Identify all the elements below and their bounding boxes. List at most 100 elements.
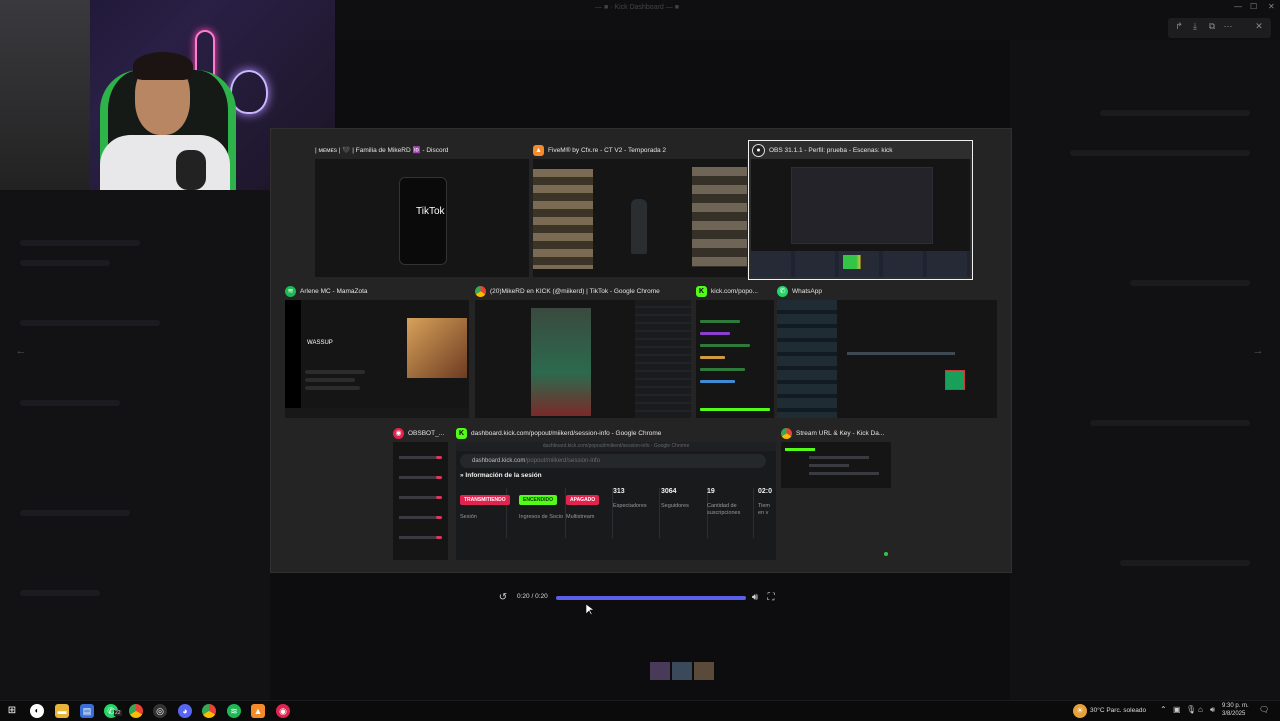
volume-tray-icon[interactable]: 🔊︎ <box>1210 705 1215 715</box>
clock-date[interactable]: 3/8/2025 <box>1222 711 1245 717</box>
seek-bar[interactable] <box>556 596 746 600</box>
share-icon[interactable]: ↱ <box>1172 21 1186 32</box>
url-path: /popout/miikerd/session-info <box>525 458 601 464</box>
weather-icon[interactable]: ☀ <box>1073 704 1087 718</box>
stat-label: Cantidad de suscripciones <box>707 503 741 516</box>
stat-value: 19 <box>707 488 715 495</box>
fivem-taskbar-icon[interactable]: ▲ <box>251 704 265 718</box>
whatsapp-badge: 22 <box>114 710 122 716</box>
switcher-window-whatsapp[interactable]: ✆ WhatsApp <box>777 282 997 418</box>
switcher-window-stream-key[interactable]: Stream URL & Key - Kick Da... <box>781 424 891 560</box>
spotify-taskbar-icon[interactable]: ≋ <box>227 704 241 718</box>
chevron-up-icon[interactable]: ⌃ <box>1160 705 1167 714</box>
ghost-line <box>20 400 120 406</box>
ghost-line <box>1090 420 1250 426</box>
chrome-taskbar-icon[interactable] <box>129 704 143 718</box>
switcher-window-spotify[interactable]: ≋ Arlene MC - MamaZota WASSUP <box>285 282 469 418</box>
tray-icon[interactable]: ▣ <box>1173 705 1181 714</box>
notifications-icon[interactable]: 🗨︎ <box>1259 705 1269 714</box>
window-header: K kick.com/popo... <box>696 282 774 300</box>
task-view-icon[interactable]: ◐ <box>30 704 44 718</box>
stat-label: Multistream <box>566 514 595 520</box>
fullscreen-icon[interactable]: ⛶ <box>765 592 777 604</box>
window-thumbnail <box>781 442 891 488</box>
window-title: OBSBOT_... <box>408 429 445 437</box>
stat-value: 02:0 <box>758 488 773 495</box>
download-icon[interactable]: ⤓ <box>1188 21 1202 32</box>
network-icon[interactable]: ⌂ <box>1198 705 1203 714</box>
file-explorer-icon[interactable]: ▬ <box>55 704 69 718</box>
switcher-window-obsbot[interactable]: ◉ OBSBOT_... <box>393 424 448 560</box>
minimize-icon[interactable]: — <box>1234 2 1242 11</box>
stat-multistream: APAGADO Multistream <box>566 488 613 538</box>
window-thumbnail <box>533 159 747 277</box>
switcher-window-fivem[interactable]: ▲ FiveM® by Cfx.re - CT V2 - Temporada 2 <box>533 141 747 277</box>
status-badge: TRANSMITIENDO <box>460 495 510 505</box>
background-window-titlebar: — ■ · Kick Dashboard — ■ <box>335 0 1280 40</box>
stat-label: Tiem en v <box>758 503 771 516</box>
steam-icon[interactable]: ◎ <box>153 704 167 718</box>
document-icon[interactable]: ▤ <box>80 704 94 718</box>
open-external-icon[interactable]: ⧉ <box>1205 21 1219 32</box>
previous-arrow-icon[interactable]: ← <box>12 342 30 360</box>
close-viewer-icon[interactable]: ✕ <box>1252 21 1266 32</box>
playback-time: 0:20 / 0:20 <box>517 593 548 600</box>
clock-time[interactable]: 9:30 p. m. <box>1222 703 1249 709</box>
sticker-image <box>945 370 965 390</box>
volume-icon[interactable]: 🔊︎ <box>749 592 761 604</box>
film-frame[interactable] <box>672 662 692 680</box>
chrome-taskbar-icon-2[interactable] <box>202 704 216 718</box>
obsbot-taskbar-icon[interactable]: ◉ <box>276 704 290 718</box>
stat-viewers: 313 Espectadores <box>613 488 660 538</box>
switcher-window-obs[interactable]: ● OBS 31.1.1 - Perfil: prueba - Escenas:… <box>748 140 975 280</box>
chat-line <box>700 356 725 359</box>
more-icon[interactable]: ⋯ <box>1221 21 1235 32</box>
setting-row <box>399 456 439 459</box>
game-character <box>631 199 647 254</box>
window-header: ● OBS 31.1.1 - Perfil: prueba - Escenas:… <box>752 141 975 159</box>
address-bar: dashboard.kick.com/popout/miikerd/sessio… <box>460 454 766 468</box>
chat-panel <box>635 300 691 418</box>
text-line <box>809 464 849 467</box>
kick-icon: K <box>696 285 707 297</box>
background-shelf <box>0 0 90 190</box>
ghost-line <box>1100 110 1250 116</box>
window-header: | ᴍᴇᴍᴇs | 🖤 | Familia de MikeRD 🆔 - Disc… <box>315 141 529 159</box>
chrome-icon <box>781 427 792 439</box>
next-arrow-icon[interactable]: → <box>1249 342 1267 360</box>
album-art <box>407 318 467 378</box>
switcher-window-kick-dashboard[interactable]: K dashboard.kick.com/popout/miikerd/sess… <box>456 424 776 560</box>
window-header: ▲ FiveM® by Cfx.re - CT V2 - Temporada 2 <box>533 141 747 159</box>
weather-text[interactable]: 30°C Parc. soleado <box>1090 707 1146 714</box>
ghost-line <box>20 590 100 596</box>
window-title: | ᴍᴇᴍᴇs | 🖤 | Familia de MikeRD 🆔 - Disc… <box>315 147 449 154</box>
window-title: Arlene MC - MamaZota <box>300 287 368 295</box>
status-dot <box>884 552 888 556</box>
film-frame[interactable] <box>650 662 670 680</box>
film-frame[interactable] <box>694 662 714 680</box>
window-thumbnail <box>751 159 970 277</box>
switcher-window-kick-chrome[interactable]: (20)MikeRD en KICK (@miikerd) | TikTok -… <box>475 282 691 418</box>
window-header: ≋ Arlene MC - MamaZota <box>285 282 469 300</box>
stat-value: 3064 <box>661 488 677 495</box>
close-icon[interactable]: ✕ <box>1268 2 1275 11</box>
setting-row <box>399 496 439 499</box>
chat-line <box>700 344 750 347</box>
spotify-sidebar <box>285 300 301 418</box>
text-line <box>809 456 869 459</box>
discord-taskbar-icon[interactable]: ◕ <box>178 704 192 718</box>
switcher-window-kick-popout[interactable]: K kick.com/popo... <box>696 282 774 418</box>
chat-line <box>700 332 730 335</box>
replay-icon[interactable]: ↺ <box>497 592 509 604</box>
microphone-icon[interactable]: 🎙︎ <box>1186 705 1196 714</box>
stat-label: Espectadores <box>613 503 647 509</box>
setting-toggle <box>436 456 442 459</box>
obs-icon: ● <box>752 143 765 157</box>
chat-list <box>777 300 837 418</box>
seek-progress <box>556 596 746 600</box>
switcher-window-discord[interactable]: | ᴍᴇᴍᴇs | 🖤 | Familia de MikeRD 🆔 - Disc… <box>315 141 529 277</box>
windows-start-icon[interactable]: ⊞ <box>5 704 19 718</box>
viewer-toolbar: ↱ ⤓ ⧉ ⋯ ✕ <box>1168 18 1271 38</box>
window-thumbnail: dashboard.kick.com/popout/miikerd/sessio… <box>456 442 776 560</box>
maximize-icon[interactable]: ☐ <box>1250 2 1257 11</box>
